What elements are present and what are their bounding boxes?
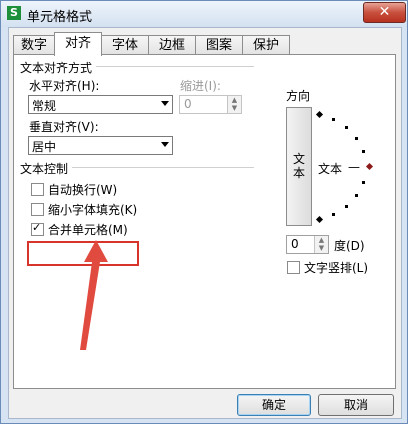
tab-border[interactable]: 边框	[148, 35, 196, 55]
wrap-text-label[interactable]: 自动换行(W)	[48, 181, 117, 198]
wrap-text-checkbox[interactable]	[31, 183, 44, 196]
dial-text: 文本	[318, 162, 343, 176]
degrees-label: 度(D)	[334, 239, 365, 253]
vertical-align-select[interactable]: 居中	[28, 136, 173, 155]
dialog-body: 数字 对齐 字体 边框 图案 保护 文本对齐方式 水平对齐(H): 常规 缩进(…	[8, 27, 402, 419]
vertical-text-button-label: 文本	[292, 152, 305, 180]
tab-protection[interactable]: 保护	[242, 35, 290, 55]
alignment-panel: 文本对齐方式 水平对齐(H): 常规 缩进(I): 0 ▲ ▼ 垂直对齐(V): …	[13, 54, 396, 389]
dial-marker-bottom	[315, 215, 324, 224]
dial-tick	[332, 118, 335, 121]
dial-tick	[332, 213, 335, 216]
dial-tick	[355, 137, 358, 140]
dialog-title: 单元格格式	[27, 10, 93, 25]
vertical-align-label: 垂直对齐(V):	[29, 120, 99, 134]
cancel-button[interactable]: 取消	[318, 394, 394, 416]
spin-arrows-icon: ▲ ▼	[314, 236, 328, 253]
dial-line: —	[348, 160, 360, 174]
app-icon: S	[7, 6, 21, 20]
format-cells-dialog: S 单元格格式 ✕ 数字 对齐 字体 边框 图案 保护 文本对齐方式 水平对齐(…	[0, 0, 408, 424]
tab-number[interactable]: 数字	[13, 35, 55, 55]
alignment-section-title: 文本对齐方式	[20, 61, 93, 75]
dial-pointer	[365, 162, 374, 171]
divider	[72, 167, 254, 168]
horizontal-align-select[interactable]: 常规	[28, 95, 173, 114]
spin-arrows-icon: ▲ ▼	[227, 96, 241, 113]
indent-value: 0	[184, 97, 192, 111]
dial-tick	[345, 205, 348, 208]
dial-tick	[345, 126, 348, 129]
degrees-value: 0	[291, 237, 299, 251]
text-control-section-title: 文本控制	[20, 162, 69, 176]
dial-tick	[355, 194, 358, 197]
tab-pattern[interactable]: 图案	[195, 35, 243, 55]
close-button[interactable]: ✕	[363, 2, 406, 23]
shrink-to-fit-label[interactable]: 缩小字体填充(K)	[48, 201, 137, 218]
horizontal-align-label: 水平对齐(H):	[29, 79, 100, 93]
tab-font[interactable]: 字体	[101, 35, 149, 55]
merge-cells-checkbox[interactable]	[31, 221, 44, 236]
degrees-stepper[interactable]: 0 ▲ ▼	[286, 235, 329, 254]
horizontal-align-value: 常规	[32, 99, 57, 113]
vertical-text-label[interactable]: 文字竖排(L)	[304, 259, 368, 276]
indent-stepper[interactable]: 0 ▲ ▼	[179, 95, 242, 114]
shrink-to-fit-checkbox[interactable]	[31, 203, 44, 216]
chevron-down-icon	[161, 142, 169, 147]
orientation-section-title: 方向	[286, 89, 311, 103]
annotation-arrow-icon	[80, 240, 108, 350]
title-bar: S 单元格格式 ✕	[1, 1, 407, 27]
vertical-text-button[interactable]: 文本	[286, 107, 312, 226]
merge-cells-label[interactable]: 合并单元格(M)	[48, 221, 128, 238]
divider	[96, 66, 254, 67]
tab-alignment[interactable]: 对齐	[54, 32, 102, 56]
dial-marker-top	[315, 110, 324, 119]
vertical-align-value: 居中	[32, 140, 57, 154]
chevron-down-icon	[161, 101, 169, 106]
orientation-group: 方向 文本 文本 — 0 ▲ ▼ 度(D) 文字竖排(L)	[272, 85, 389, 278]
dial-tick	[362, 150, 365, 153]
vertical-text-checkbox[interactable]	[287, 261, 300, 274]
ok-button[interactable]: 确定	[237, 394, 311, 416]
orientation-dial[interactable]: 文本 —	[312, 107, 382, 224]
indent-label: 缩进(I):	[180, 79, 221, 93]
dial-tick	[362, 181, 365, 184]
